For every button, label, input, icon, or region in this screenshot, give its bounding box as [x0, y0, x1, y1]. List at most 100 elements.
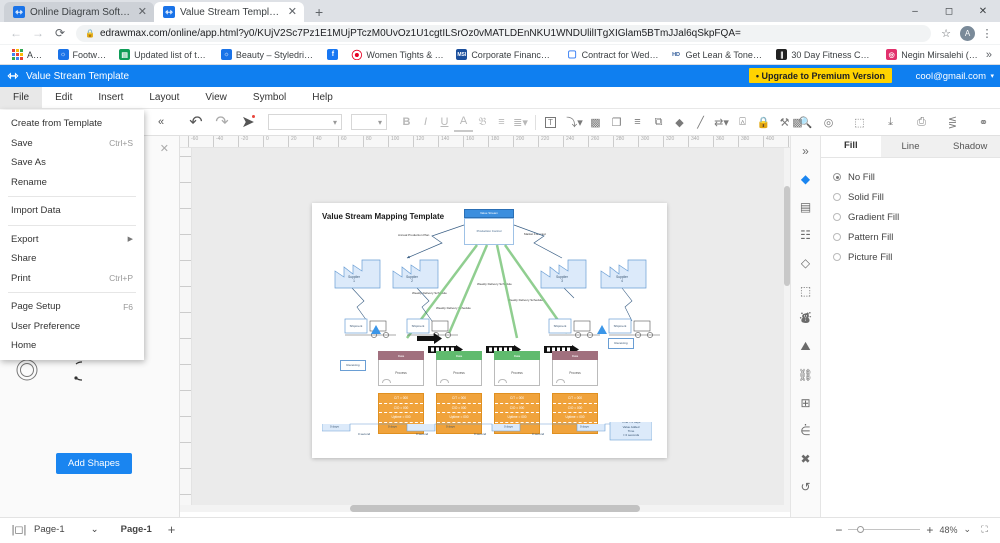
page-tab-page-1[interactable]: Page-1	[121, 524, 152, 535]
add-page-button[interactable]: +	[168, 522, 176, 537]
process-box-1[interactable]: Data Process	[378, 351, 424, 386]
slide-icon[interactable]: ⬚	[796, 281, 816, 300]
bold-icon[interactable]: B	[397, 112, 416, 132]
connector-icon[interactable]: ⤵▾	[564, 112, 585, 132]
download-icon[interactable]: ⤓	[880, 112, 901, 132]
presentation-icon[interactable]: ▩	[787, 112, 808, 132]
text-box-icon[interactable]: T	[545, 116, 556, 128]
close-tab-icon[interactable]: ✕	[138, 6, 147, 18]
chevron-down-icon[interactable]: ⌄	[91, 524, 99, 535]
horizontal-ruler[interactable]: -60 -40 -20 0 20 40 60 80 100 120 140 160 180 200 220 2…	[180, 136, 790, 148]
forward-icon[interactable]: →	[28, 23, 48, 43]
quick-style-icon[interactable]: ▤	[796, 197, 816, 216]
tab-shadow[interactable]: Shadow	[940, 136, 1000, 157]
database-icon[interactable]: ⛇	[796, 309, 816, 328]
font-color-icon[interactable]: A	[454, 112, 473, 132]
fill-color-icon[interactable]: ◆	[669, 112, 690, 132]
radio-icon[interactable]	[833, 193, 841, 201]
vertical-scrollbar[interactable]	[784, 148, 790, 505]
address-bar[interactable]: 🔒 edrawmax.com/online/app.html?y0/KUjV2S…	[76, 24, 931, 42]
horizontal-scrollbar[interactable]	[180, 505, 790, 512]
expand-panel-icon[interactable]: »	[796, 141, 816, 160]
inventory-triangle[interactable]	[371, 325, 381, 334]
menu-view[interactable]: View	[192, 87, 240, 109]
menu-item-save[interactable]: Save Ctrl+S	[0, 134, 144, 154]
close-icon[interactable]: ✕	[160, 142, 169, 155]
menu-edit[interactable]: Edit	[42, 87, 85, 109]
maximize-icon[interactable]: ◻	[932, 0, 966, 22]
bookmark-negin-mirsalehi[interactable]: ◎ Negin Mirsalehi (@...	[880, 49, 986, 60]
back-icon[interactable]: ←	[6, 23, 26, 43]
line-style-icon[interactable]: ⇄▾	[711, 112, 732, 132]
menu-item-export[interactable]: Export ▶	[0, 230, 144, 250]
upgrade-to-premium-button[interactable]: • Upgrade to Premium Version	[748, 68, 892, 83]
fill-option-solid-fill[interactable]: Solid Fill	[833, 187, 1000, 207]
menu-help[interactable]: Help	[299, 87, 346, 109]
collapse-panel-icon[interactable]: «	[153, 112, 169, 132]
reload-icon[interactable]: ⟳	[50, 23, 70, 43]
radio-icon[interactable]	[833, 173, 841, 181]
fill-option-pattern-fill[interactable]: Pattern Fill	[833, 227, 1000, 247]
clear-format-icon[interactable]: 𝔅	[473, 112, 492, 132]
underline-icon[interactable]: U	[435, 112, 454, 132]
bookmark-star-icon[interactable]: ☆	[937, 27, 955, 40]
supplier-2-node[interactable]: Supplier2	[392, 257, 440, 289]
supplier-4-node[interactable]: Supplier4	[600, 257, 648, 289]
shipment-4-node[interactable]: Shipment	[608, 318, 666, 340]
undo-icon[interactable]: ↶	[188, 112, 204, 132]
font-size-select[interactable]: ▾	[351, 114, 387, 130]
page-select[interactable]: Page-1 ⌄	[34, 524, 99, 535]
avatar[interactable]: A	[960, 25, 975, 41]
tab-line[interactable]: Line	[880, 136, 941, 157]
fit-to-screen-icon[interactable]: ⛶	[977, 522, 992, 537]
account-email[interactable]: cool@gmail.com	[916, 71, 986, 82]
line-spacing-icon[interactable]: ≣▾	[511, 112, 530, 132]
menu-file[interactable]: File	[0, 86, 43, 109]
bookmark-contract-wedding[interactable]: ▢ Contract for Weddi...	[561, 49, 665, 60]
bookmark-corporate-finance[interactable]: MSI Corporate Finance J...	[450, 49, 560, 60]
process-box-2[interactable]: Data Process	[436, 351, 482, 386]
supplier-3-node[interactable]: Supplier3	[540, 257, 588, 289]
fill-option-gradient-fill[interactable]: Gradient Fill	[833, 207, 1000, 227]
fill-option-no-fill[interactable]: No Fill	[833, 167, 1000, 187]
container-icon[interactable]: ⊞	[796, 393, 816, 412]
menu-item-share[interactable]: Share	[0, 249, 144, 269]
menu-item-create-from-template[interactable]: Create from Template	[0, 114, 144, 134]
add-shapes-button[interactable]: Add Shapes	[56, 453, 132, 474]
receiving-node-1[interactable]: Receiving	[340, 360, 366, 371]
bookmark-apps[interactable]: Apps	[6, 49, 52, 60]
menu-insert[interactable]: Insert	[85, 87, 136, 109]
menu-item-save-as[interactable]: Save As	[0, 153, 144, 173]
browser-menu-icon[interactable]: ⋮	[980, 27, 994, 40]
minimize-icon[interactable]: –	[898, 0, 932, 22]
zoom-slider[interactable]	[848, 525, 921, 533]
supplier-1-node[interactable]: Supplier1	[334, 257, 382, 289]
menu-item-rename[interactable]: Rename	[0, 173, 144, 193]
font-family-select[interactable]: ▾	[268, 114, 342, 130]
print-icon[interactable]: ⎙	[911, 112, 932, 132]
format-painter-icon[interactable]: ➤	[240, 112, 256, 132]
shape-align-icon[interactable]: ▩	[585, 112, 606, 132]
close-window-icon[interactable]: ✕	[966, 0, 1000, 22]
align-bottom-icon[interactable]: ⋵	[796, 421, 816, 440]
scatter-icon[interactable]: ✖	[796, 449, 816, 468]
menu-symbol[interactable]: Symbol	[240, 87, 299, 109]
zoom-slider-handle[interactable]	[857, 525, 865, 533]
group-icon[interactable]: ⧉	[648, 112, 669, 132]
inventory-triangle[interactable]	[597, 325, 607, 334]
redo-icon[interactable]: ↷	[214, 112, 230, 132]
vertical-ruler[interactable]	[180, 148, 192, 505]
menu-item-home[interactable]: Home	[0, 336, 144, 356]
duplicate-icon[interactable]: ❐	[606, 112, 627, 132]
menu-layout[interactable]: Layout	[136, 87, 192, 109]
theme-grid-icon[interactable]: ☷	[796, 225, 816, 244]
bookmark-updated-list[interactable]: ▤ Updated list of top...	[113, 49, 215, 60]
timeline-ladder[interactable]: 0 days 0 days 0 days 0 days 0 days 0 sec…	[321, 413, 653, 450]
scrollbar-thumb[interactable]	[784, 186, 790, 286]
zoom-in-button[interactable]: +	[926, 523, 933, 537]
lock-icon[interactable]: 🔒	[753, 112, 774, 132]
radio-icon[interactable]	[833, 213, 841, 221]
distribute-icon[interactable]: ≡	[627, 112, 648, 132]
radio-icon[interactable]	[833, 233, 841, 241]
page-view-icon[interactable]: |◻|	[8, 523, 30, 536]
